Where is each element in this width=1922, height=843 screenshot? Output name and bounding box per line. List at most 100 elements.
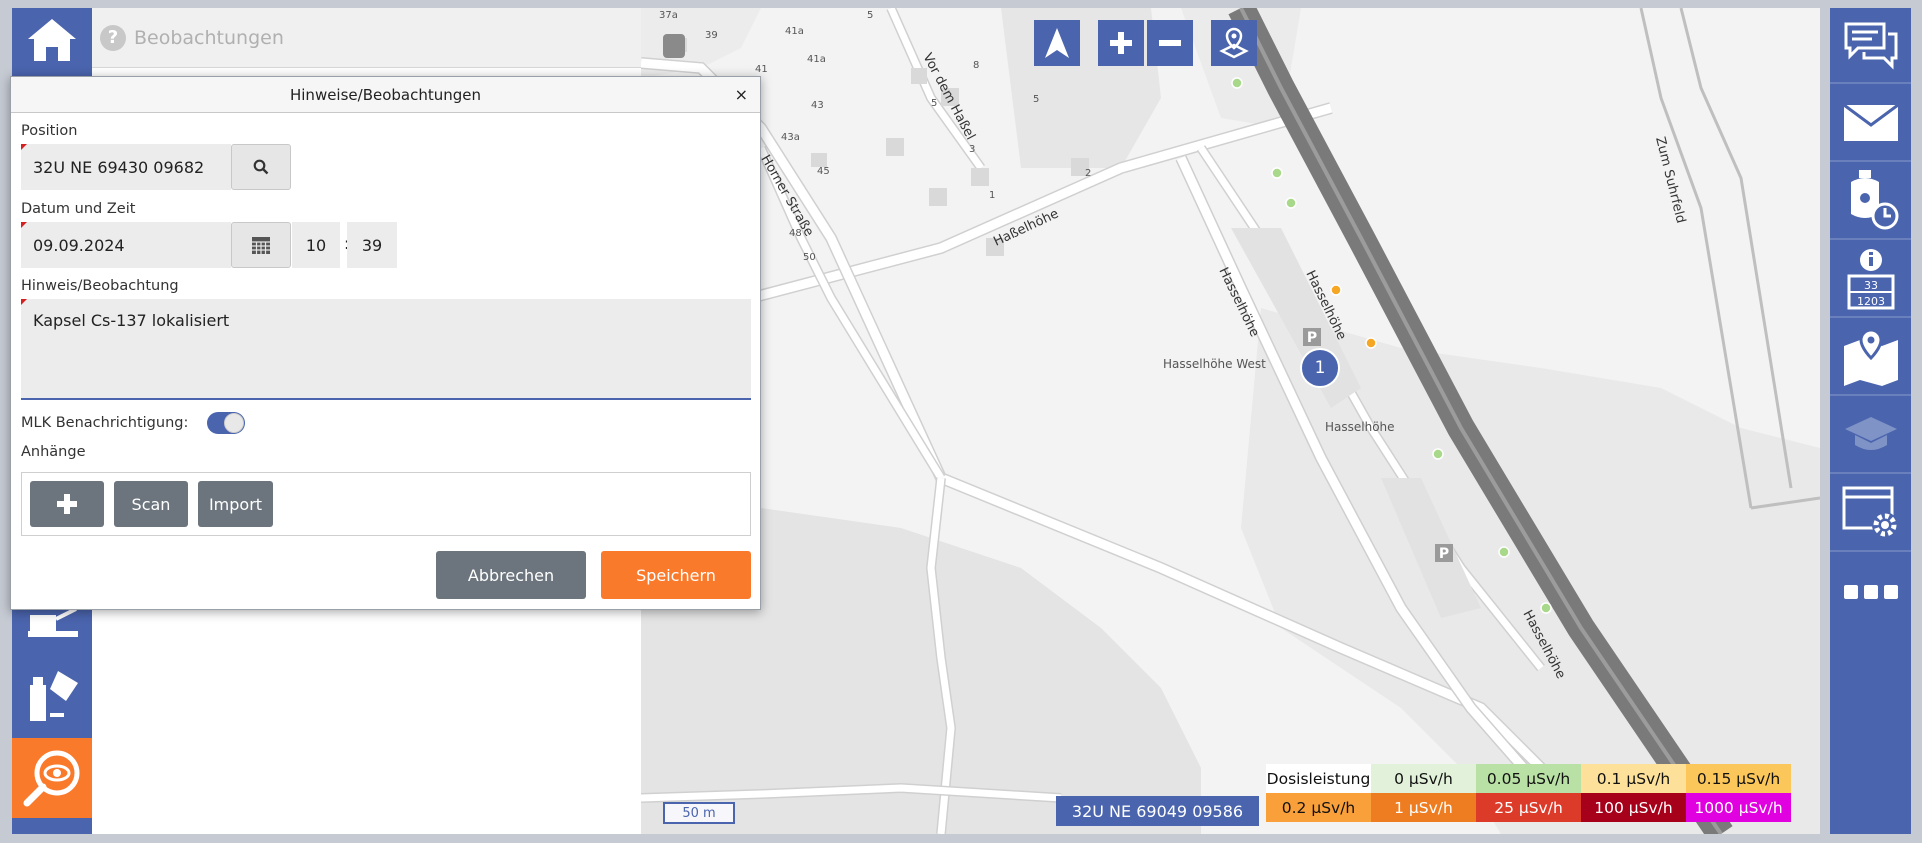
- map-base-layer: P P Vor dem Haßel Horner Straße Haßelhöh…: [641, 8, 1820, 834]
- minute-input[interactable]: 39: [347, 222, 397, 268]
- nav-observations[interactable]: [12, 738, 92, 818]
- dialog-title: Hinweise/Beobachtungen: [289, 85, 482, 104]
- house-number: 41: [755, 64, 768, 75]
- north-arrow-button[interactable]: [1034, 20, 1080, 66]
- zoom-out-button[interactable]: [1147, 20, 1193, 66]
- info-table-icon: 33 1203: [1847, 249, 1894, 310]
- more-icon: [1843, 585, 1898, 599]
- chat-icon: [1844, 22, 1897, 70]
- nav-settings-window[interactable]: [1830, 476, 1911, 552]
- mlk-notification-toggle[interactable]: [207, 412, 245, 434]
- scan-button[interactable]: Scan: [114, 481, 188, 527]
- house-number: 2: [1085, 168, 1091, 179]
- observation-search-icon: [23, 750, 80, 807]
- legend-cell: 0.05 µSv/h: [1476, 764, 1581, 793]
- house-number: 50: [803, 252, 816, 263]
- dialog-titlebar: Hinweise/Beobachtungen ×: [11, 77, 760, 113]
- house-number: 45: [817, 166, 830, 177]
- panel-title: Beobachtungen: [134, 26, 284, 49]
- legend-cell: 0 µSv/h: [1371, 764, 1476, 793]
- legend-cell: 25 µSv/h: [1476, 793, 1581, 822]
- required-marker: [21, 222, 27, 228]
- map-label-place2: Hasselhöhe: [1325, 420, 1395, 434]
- zoom-out-icon: [1159, 40, 1181, 46]
- map-scale-bar: 50 m: [663, 802, 735, 824]
- position-search-button[interactable]: [231, 144, 291, 190]
- mlk-notification-label: MLK Benachrichtigung:: [21, 415, 189, 431]
- legend-cell: 1000 µSv/h: [1686, 793, 1791, 822]
- position-label: Position: [21, 123, 78, 139]
- plus-icon: [57, 494, 77, 514]
- locate-icon: [1219, 27, 1249, 59]
- house-number: 43a: [781, 132, 800, 143]
- house-number: 48: [789, 228, 802, 239]
- zoom-in-button[interactable]: [1098, 20, 1144, 66]
- nav-map-pin[interactable]: [1830, 320, 1911, 396]
- sample-bottles-icon: [30, 671, 78, 721]
- right-sidebar: 33 1203: [1830, 8, 1911, 834]
- attachments-box: Scan Import: [21, 472, 751, 536]
- dose-rate-legend: Dosisleistung 0 µSv/h 0.05 µSv/h 0.1 µSv/h 0…: [1266, 764, 1791, 822]
- nav-home[interactable]: [12, 8, 92, 72]
- map-label-place1: Hasselhöhe West: [1163, 357, 1266, 371]
- toggle-knob: [224, 413, 244, 433]
- legend-cell: 100 µSv/h: [1581, 793, 1686, 822]
- measurement-device-icon: [28, 607, 78, 637]
- date-input[interactable]: 09.09.2024: [21, 222, 231, 268]
- note-label: Hinweis/Beobachtung: [21, 278, 179, 294]
- legend-cell: 0.1 µSv/h: [1581, 764, 1686, 793]
- cancel-button[interactable]: Abbrechen: [436, 551, 586, 599]
- observation-dialog: Hinweise/Beobachtungen × Position 32U NE…: [10, 76, 761, 610]
- house-number: 37a: [659, 10, 678, 21]
- north-arrow-icon: [1045, 28, 1069, 58]
- house-number: 41a: [807, 54, 826, 65]
- education-icon: [1844, 417, 1897, 450]
- attachments-label: Anhänge: [21, 444, 86, 460]
- nav-device-timer[interactable]: [1830, 164, 1911, 240]
- required-marker: [21, 299, 27, 305]
- svg-text:1203: 1203: [1857, 295, 1885, 308]
- legend-title: Dosisleistung: [1266, 764, 1371, 793]
- settings-window-icon: [1842, 486, 1898, 538]
- house-number: 41a: [785, 26, 804, 37]
- svg-text:P: P: [1439, 546, 1449, 562]
- date-picker-button[interactable]: [231, 222, 291, 268]
- poi-cluster-badge[interactable]: 1: [1300, 348, 1340, 388]
- panel-header: ? Beobachtungen: [92, 8, 641, 68]
- position-input[interactable]: 32U NE 69430 09682: [21, 144, 231, 190]
- hour-input[interactable]: 10: [292, 222, 340, 268]
- locate-button[interactable]: [1211, 20, 1257, 66]
- save-button[interactable]: Speichern: [601, 551, 751, 599]
- legend-cell: 0.2 µSv/h: [1266, 793, 1371, 822]
- device-timer-icon: [1850, 170, 1898, 230]
- nav-mail[interactable]: [1830, 86, 1911, 162]
- calendar-icon: [252, 237, 270, 254]
- house-number: 5: [867, 10, 873, 21]
- close-icon[interactable]: ×: [735, 85, 748, 104]
- mail-icon: [1842, 103, 1899, 141]
- house-number: 43: [811, 100, 824, 111]
- house-number: 39: [705, 30, 718, 41]
- add-attachment-button[interactable]: [30, 481, 104, 527]
- nav-info-table[interactable]: 33 1203: [1830, 242, 1911, 318]
- house-number: 8: [973, 60, 979, 71]
- search-icon: [253, 159, 269, 175]
- required-marker: [21, 144, 27, 150]
- nav-education[interactable]: [1830, 398, 1911, 474]
- nav-samples[interactable]: [12, 658, 92, 736]
- legend-cell: 0.15 µSv/h: [1686, 764, 1791, 793]
- house-number: 3: [969, 144, 975, 155]
- home-icon: [28, 19, 76, 61]
- note-textarea[interactable]: Kapsel Cs-137 lokalisiert: [21, 299, 751, 400]
- zoom-in-icon: [1110, 32, 1132, 54]
- nav-more[interactable]: [1830, 554, 1911, 630]
- import-button[interactable]: Import: [198, 481, 273, 527]
- help-icon[interactable]: ?: [100, 24, 126, 51]
- map-pin-icon: [1843, 328, 1898, 386]
- legend-cell: 1 µSv/h: [1371, 793, 1476, 822]
- map-label-street7: Zum Suhrfeld: [1652, 135, 1688, 224]
- house-number: 5: [931, 98, 937, 109]
- nav-chat[interactable]: [1830, 8, 1911, 84]
- coordinate-readout: 32U NE 69049 09586: [1056, 796, 1259, 826]
- map-view[interactable]: P P Vor dem Haßel Horner Straße Haßelhöh…: [641, 8, 1820, 834]
